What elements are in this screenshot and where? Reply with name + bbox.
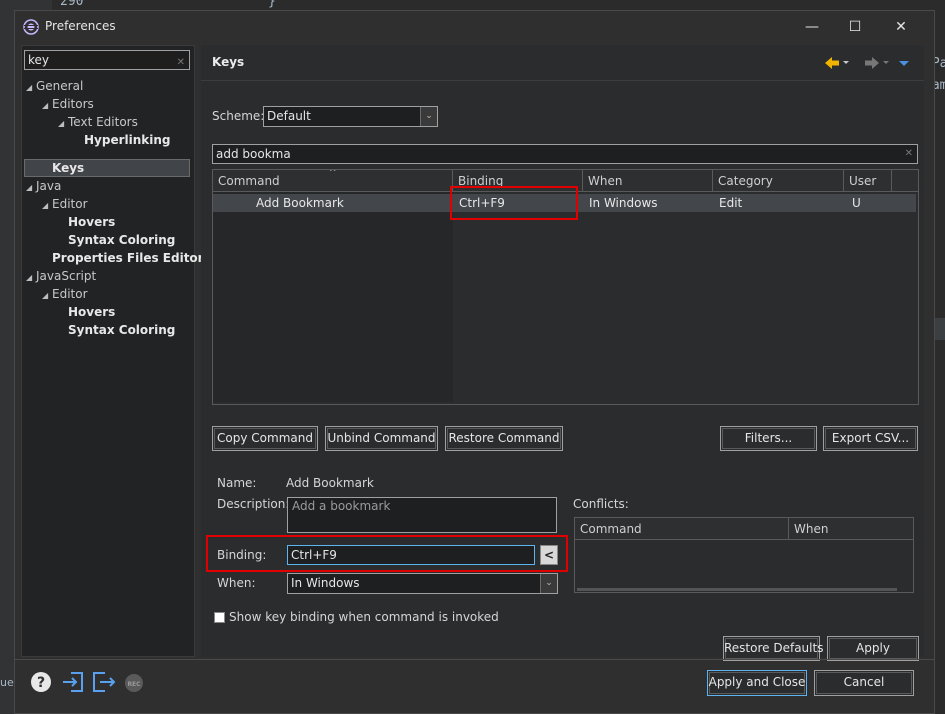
tree-item-javascript-hovers[interactable]: Hovers bbox=[68, 303, 115, 321]
conflicts-table[interactable]: Command When bbox=[574, 517, 914, 593]
cell-category: Edit bbox=[719, 196, 743, 210]
export-icon[interactable] bbox=[91, 671, 117, 693]
expand-arrow-icon[interactable]: ◢ bbox=[26, 269, 36, 287]
binding-value: Ctrl+F9 bbox=[291, 548, 337, 562]
command-search-input[interactable]: add bookma ✕ bbox=[212, 144, 918, 164]
filter-value: key bbox=[28, 53, 50, 67]
apply-button[interactable]: Apply bbox=[827, 636, 919, 661]
filter-input[interactable]: key ✕ bbox=[24, 50, 190, 70]
name-label: Name: bbox=[217, 476, 257, 490]
maximize-button[interactable]: ☐ bbox=[844, 17, 866, 37]
clear-search-icon[interactable]: ✕ bbox=[905, 145, 913, 163]
tree-item-javascript-editor[interactable]: ◢ Editor bbox=[42, 285, 88, 303]
scheme-label: Scheme: bbox=[212, 109, 265, 123]
preferences-dialog: Preferences — ☐ ✕ key ✕ ◢ General ◢ Editor… bbox=[14, 10, 935, 714]
expand-arrow-icon[interactable]: ◢ bbox=[42, 97, 52, 115]
tree-item-javascript-syntax-coloring[interactable]: Syntax Coloring bbox=[68, 321, 175, 339]
binding-label: Binding: bbox=[217, 548, 267, 562]
command-column-bg bbox=[213, 192, 453, 402]
title-bar: Preferences — ☐ ✕ bbox=[15, 11, 934, 43]
scheme-select[interactable]: Default ⌄ bbox=[263, 106, 438, 127]
page-title: Keys bbox=[212, 55, 245, 69]
tree-item-editors[interactable]: ◢ Editors bbox=[42, 95, 94, 113]
column-header-user[interactable]: User bbox=[844, 170, 892, 192]
description-label: Description: bbox=[217, 497, 290, 511]
when-value: In Windows bbox=[291, 576, 360, 590]
tree-item-java-syntax-coloring[interactable]: Syntax Coloring bbox=[68, 231, 175, 249]
page-header: Keys bbox=[201, 45, 924, 81]
column-header-when[interactable]: When bbox=[583, 170, 713, 192]
import-icon[interactable] bbox=[61, 671, 85, 693]
tree-item-properties-files-editor[interactable]: Properties Files Editor bbox=[52, 249, 204, 267]
tree-item-java[interactable]: ◢ Java bbox=[26, 177, 61, 195]
tree-item-hyperlinking[interactable]: Hyperlinking bbox=[84, 131, 171, 149]
copy-command-button[interactable]: Copy Command bbox=[212, 426, 318, 451]
line-number: 290 bbox=[60, 0, 84, 9]
column-header-category[interactable]: Category bbox=[713, 170, 844, 192]
back-dropdown-icon[interactable] bbox=[843, 61, 849, 64]
column-header-command[interactable]: Command ^ bbox=[213, 170, 453, 192]
binding-input[interactable]: Ctrl+F9 bbox=[287, 545, 535, 565]
column-header-filler bbox=[892, 170, 918, 192]
tree-item-keys[interactable]: Keys bbox=[52, 159, 84, 177]
export-csv-button[interactable]: Export CSV... bbox=[823, 426, 918, 451]
conflicts-label: Conflicts: bbox=[573, 497, 629, 511]
keys-page: Keys Scheme: Default ⌄ add bookma ✕ Comm… bbox=[201, 45, 924, 661]
expand-arrow-icon[interactable]: ◢ bbox=[58, 115, 68, 133]
restore-defaults-button[interactable]: Restore Defaults bbox=[723, 636, 823, 661]
tree-item-java-hovers[interactable]: Hovers bbox=[68, 213, 115, 231]
expand-arrow-icon[interactable]: ◢ bbox=[26, 79, 36, 97]
apply-and-close-button[interactable]: Apply and Close bbox=[707, 670, 807, 696]
preference-tree-panel: key ✕ ◢ General ◢ Editors ◢ Text Editors Hy… bbox=[21, 45, 204, 657]
tree-item-java-editor[interactable]: ◢ Editor bbox=[42, 195, 88, 213]
conflicts-scrollbar[interactable] bbox=[577, 588, 897, 591]
chevron-down-icon[interactable]: ⌄ bbox=[540, 574, 557, 593]
svg-text:?: ? bbox=[37, 675, 45, 691]
cell-user: U bbox=[852, 196, 861, 210]
cell-when: In Windows bbox=[589, 196, 658, 210]
show-binding-checkbox-label[interactable]: Show key binding when command is invoked bbox=[229, 610, 499, 624]
expand-arrow-icon[interactable]: ◢ bbox=[42, 287, 52, 305]
when-label: When: bbox=[217, 576, 256, 590]
name-value: Add Bookmark bbox=[286, 476, 374, 490]
when-select[interactable]: In Windows ⌄ bbox=[287, 573, 558, 594]
forward-dropdown-icon[interactable] bbox=[883, 61, 889, 64]
forward-icon[interactable] bbox=[865, 57, 879, 69]
show-binding-checkbox[interactable] bbox=[214, 612, 225, 623]
conflicts-header-when[interactable]: When bbox=[789, 518, 913, 540]
code-brace: } bbox=[268, 0, 276, 9]
description-field[interactable]: Add a bookmark bbox=[287, 497, 557, 533]
expand-arrow-icon[interactable]: ◢ bbox=[42, 197, 52, 215]
window-title: Preferences bbox=[45, 19, 116, 33]
expand-arrow-icon[interactable]: ◢ bbox=[26, 179, 36, 197]
record-icon[interactable]: REC bbox=[124, 673, 144, 693]
restore-command-button[interactable]: Restore Command bbox=[445, 426, 563, 451]
tree-selection-highlight bbox=[24, 159, 190, 177]
back-icon[interactable] bbox=[825, 57, 839, 69]
scheme-value: Default bbox=[267, 109, 311, 123]
tree-item-general[interactable]: ◢ General bbox=[26, 77, 83, 95]
bottom-divider bbox=[15, 659, 934, 660]
cancel-button[interactable]: Cancel bbox=[814, 670, 914, 696]
search-value: add bookma bbox=[216, 147, 291, 161]
sort-ascending-icon: ^ bbox=[329, 169, 337, 178]
clear-filter-icon[interactable]: ✕ bbox=[177, 54, 185, 72]
close-button[interactable]: ✕ bbox=[890, 17, 912, 37]
navigation-arrows bbox=[825, 57, 909, 69]
tree-item-text-editors[interactable]: ◢ Text Editors bbox=[58, 113, 138, 131]
chevron-down-icon[interactable]: ⌄ bbox=[420, 107, 437, 126]
unbind-command-button[interactable]: Unbind Command bbox=[325, 426, 438, 451]
binding-menu-button[interactable]: < bbox=[540, 545, 558, 565]
cell-command: Add Bookmark bbox=[256, 196, 344, 210]
eclipse-icon bbox=[23, 19, 39, 35]
help-icon[interactable]: ? bbox=[30, 671, 52, 693]
svg-text:REC: REC bbox=[127, 681, 141, 688]
filters-button[interactable]: Filters... bbox=[720, 426, 817, 451]
minimize-button[interactable]: — bbox=[801, 17, 823, 37]
view-menu-icon[interactable] bbox=[899, 61, 909, 66]
tree-item-javascript[interactable]: ◢ JavaScript bbox=[26, 267, 96, 285]
binding-cell-highlight bbox=[450, 186, 578, 220]
conflicts-header-command[interactable]: Command bbox=[575, 518, 789, 540]
